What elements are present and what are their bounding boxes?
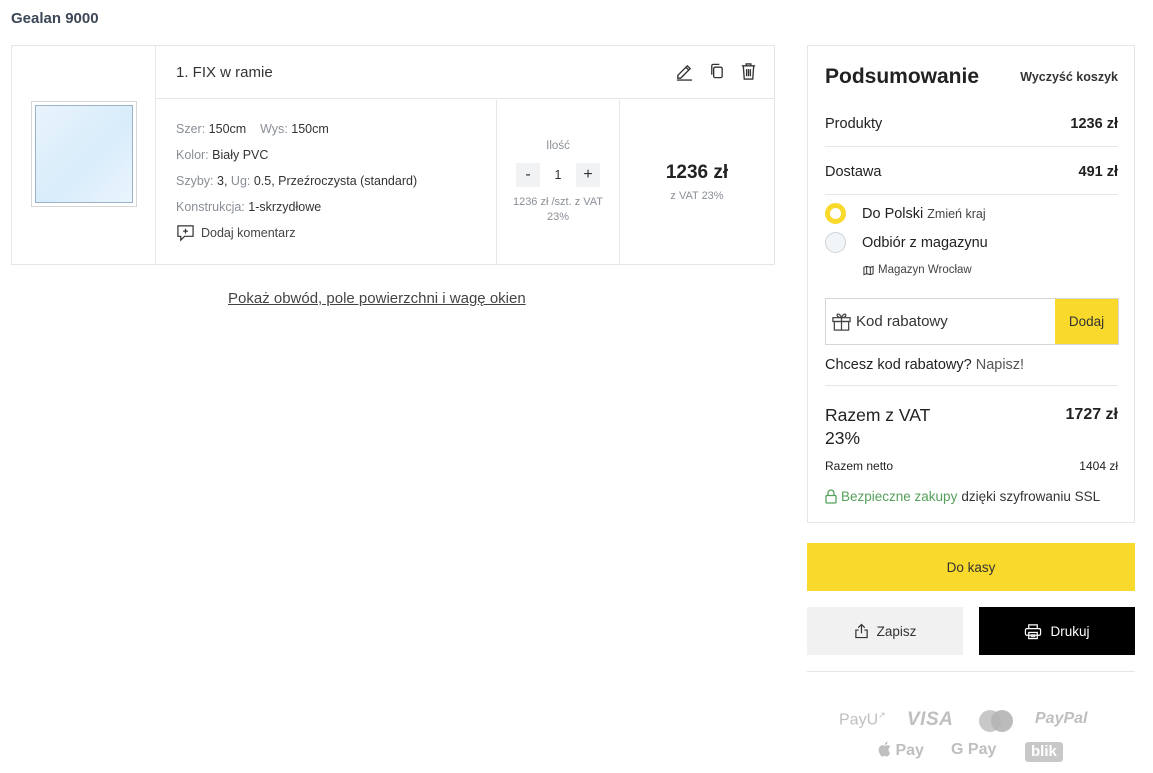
warehouse-link[interactable]: Magazyn Wrocław	[863, 264, 972, 276]
payment-logos: PayU↗ VISA PayPal Pay G Pay blik	[807, 706, 1135, 766]
item-title: 1. FIX w ramie	[176, 64, 273, 81]
delivery-row: Dostawa 491 zł	[825, 149, 1118, 195]
coupon-write-link[interactable]: Napisz!	[976, 357, 1024, 373]
option-poland-label: Do Polski	[862, 205, 924, 222]
item-price-vat: z VAT 23%	[670, 190, 724, 202]
spec-glass: Szyby: 3, Ug: 0.5, Przeźroczysta (standa…	[176, 168, 476, 194]
delivery-option-pickup[interactable]: Odbiór z magazynu	[825, 232, 988, 253]
save-button[interactable]: Zapisz	[807, 607, 963, 655]
unit-price: 1236 zł /szt. z VAT 23%	[512, 196, 604, 223]
delivery-label: Dostawa	[825, 163, 882, 180]
quantity-decrease-button[interactable]: -	[516, 163, 540, 187]
window-thumbnail[interactable]	[31, 101, 137, 207]
lock-icon	[825, 489, 837, 504]
show-dimensions-link[interactable]: Pokaż obwód, pole powierzchni i wagę oki…	[228, 290, 526, 307]
copy-icon[interactable]	[706, 60, 726, 82]
ssl-info: Bezpieczne zakupy dzięki szyfrowaniu SSL	[825, 489, 1100, 504]
spec-height-label: Wys:	[260, 122, 288, 136]
summary-divider	[825, 385, 1118, 386]
save-label: Zapisz	[876, 623, 917, 639]
payments-divider	[807, 671, 1135, 672]
blik-logo: blik	[1025, 742, 1063, 762]
brand-title: Gealan 9000	[11, 10, 99, 27]
coupon-form: Dodaj	[825, 298, 1119, 345]
ssl-rest-text: dzięki szyfrowaniu SSL	[961, 489, 1101, 504]
delivery-option-poland[interactable]: Do Polski Zmień kraj	[825, 203, 986, 224]
map-icon	[863, 265, 874, 275]
spec-glass-label: Szyby:	[176, 174, 214, 188]
product-card: 1. FIX w ramie Szer: 150cm Wys: 150cm Ko…	[11, 45, 775, 265]
trash-icon[interactable]	[738, 60, 758, 82]
net-label: Razem netto	[825, 459, 894, 473]
net-value: 1404 zł	[1079, 459, 1118, 473]
spec-color-value: Biały PVC	[212, 148, 269, 162]
printer-icon	[1025, 623, 1042, 639]
coupon-add-button[interactable]: Dodaj	[1055, 299, 1118, 344]
edit-icon[interactable]	[674, 60, 694, 82]
quantity-increase-button[interactable]: +	[576, 163, 600, 187]
item-header: 1. FIX w ramie	[156, 46, 774, 99]
quantity-column: Ilość - + 1236 zł /szt. z VAT 23%	[497, 100, 620, 264]
warehouse-label: Magazyn Wrocław	[878, 264, 972, 276]
price-column: 1236 zł z VAT 23%	[620, 100, 774, 264]
item-price: 1236 zł	[665, 162, 729, 183]
google-pay-logo: G Pay	[951, 741, 996, 759]
thumbnail-column	[12, 46, 156, 264]
item-specs: Szer: 150cm Wys: 150cm Kolor: Biały PVC …	[156, 100, 497, 264]
spec-construction-label: Konstrukcja:	[176, 200, 245, 214]
total-label: Razem z VAT 23%	[825, 405, 931, 448]
spec-width-label: Szer:	[176, 122, 206, 136]
spec-width-value: 150cm	[208, 122, 247, 136]
spec-ug-value: 0.5, Przeźroczysta (standard)	[253, 174, 418, 188]
spec-dimensions: Szer: 150cm Wys: 150cm	[176, 116, 476, 142]
print-button[interactable]: Drukuj	[979, 607, 1135, 655]
ssl-secure-text: Bezpieczne zakupy	[841, 489, 958, 504]
apple-icon	[878, 741, 891, 757]
visa-logo: VISA	[907, 709, 954, 730]
google-g-icon: G	[951, 741, 964, 758]
payu-text: PayU	[839, 711, 879, 729]
apple-pay-text: Pay	[895, 742, 924, 759]
apple-pay-logo: Pay	[877, 741, 924, 760]
order-summary: Podsumowanie Wyczyść koszyk Produkty 123…	[807, 45, 1135, 523]
radio-selected[interactable]	[825, 203, 846, 224]
quantity-input[interactable]	[543, 168, 573, 182]
checkout-button[interactable]: Do kasy	[807, 543, 1135, 591]
spec-glass-count: 3,	[217, 174, 228, 188]
spec-construction-value: 1-skrzydłowe	[248, 200, 322, 214]
spec-color-label: Kolor:	[176, 148, 209, 162]
spec-height-value: 150cm	[291, 122, 329, 136]
coupon-input[interactable]	[856, 299, 1056, 344]
clear-cart-link[interactable]: Wyczyść koszyk	[1020, 70, 1118, 84]
products-label: Produkty	[825, 115, 883, 132]
coupon-question: Chcesz kod rabatowy? Napisz!	[825, 357, 1024, 373]
option-pickup-label: Odbiór z magazynu	[862, 234, 988, 251]
add-comment-label: Dodaj komentarz	[201, 226, 296, 240]
gift-icon	[826, 299, 856, 344]
spec-color: Kolor: Biały PVC	[176, 142, 476, 168]
spec-construction: Konstrukcja: 1-skrzydłowe	[176, 194, 476, 220]
item-actions	[674, 60, 758, 82]
share-icon	[854, 623, 868, 639]
payu-logo: PayU↗	[839, 710, 886, 729]
paypal-logo: PayPal	[1035, 710, 1088, 727]
radio-unselected[interactable]	[825, 232, 846, 253]
coupon-question-text: Chcesz kod rabatowy?	[825, 357, 972, 373]
quantity-stepper: - +	[516, 163, 600, 187]
print-label: Drukuj	[1050, 623, 1090, 639]
window-glass-image	[35, 105, 133, 203]
mastercard-logo	[979, 710, 1013, 732]
quantity-label: Ilość	[546, 140, 570, 152]
add-comment-button[interactable]: Dodaj komentarz	[176, 220, 476, 246]
spec-ug-label: Ug:	[230, 174, 251, 188]
total-value: 1727 zł	[1065, 406, 1118, 423]
products-value: 1236 zł	[1070, 115, 1118, 132]
products-row: Produkty 1236 zł	[825, 101, 1118, 147]
change-country-link[interactable]: Zmień kraj	[927, 207, 985, 221]
delivery-value: 491 zł	[1078, 163, 1119, 180]
google-pay-text: Pay	[967, 741, 997, 758]
comment-plus-icon	[177, 225, 194, 242]
summary-title: Podsumowanie	[825, 65, 980, 88]
